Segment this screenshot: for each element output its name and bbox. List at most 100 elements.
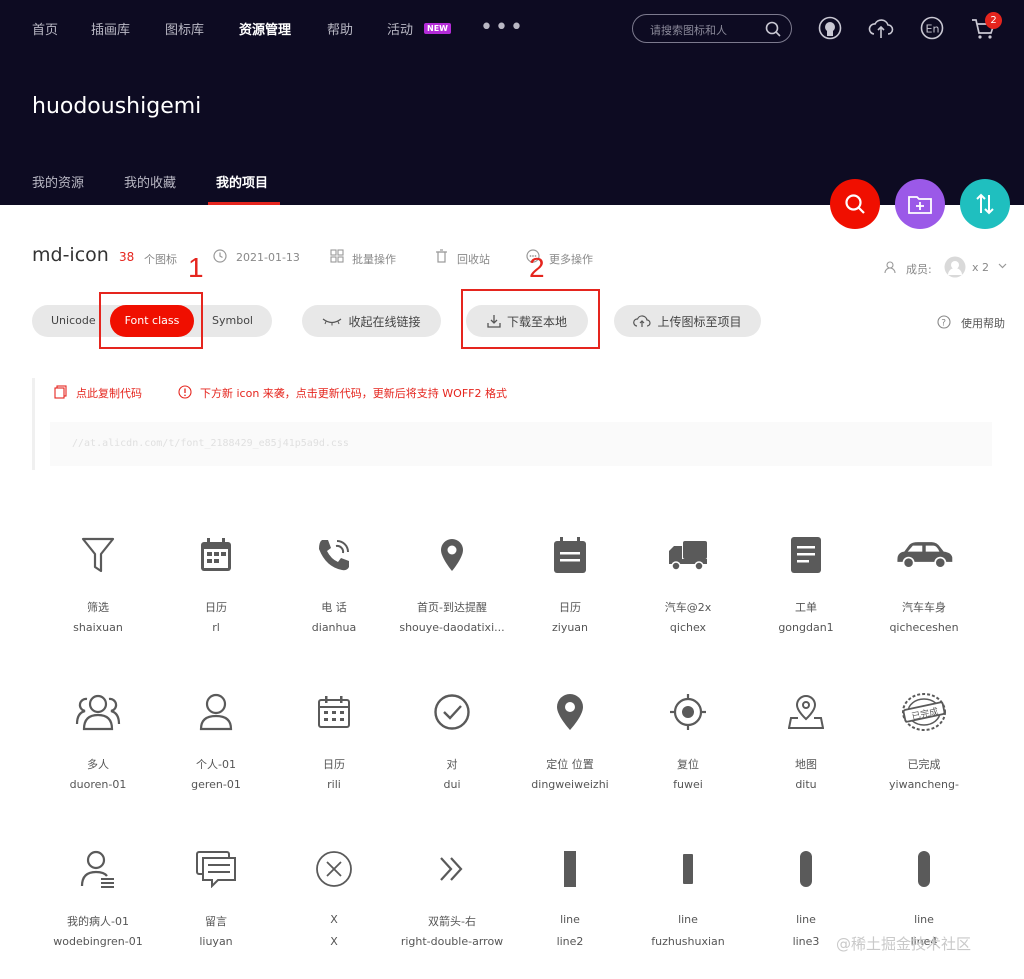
project-date: 2021-01-13 [236,251,300,264]
icon-count: 38 [119,250,135,264]
tab-my-resources[interactable]: 我的资源 [32,172,84,191]
batch-operation-button[interactable]: 批量操作 [352,251,396,267]
more-menu[interactable]: ••• [480,15,525,40]
github-icon[interactable] [818,16,842,40]
clock-icon [213,249,227,263]
svg-text:En: En [926,23,940,36]
map-pin-icon [776,690,836,734]
icon-card[interactable]: 我的病人-01 wodebingren-01 [39,847,157,957]
car-icon [894,533,954,577]
annotation-number-1: 1 [188,252,204,283]
icon-card-code: line2 [556,935,584,948]
truck-icon [658,533,718,577]
icon-card[interactable]: 汽车车身 qicheceshen [865,533,983,643]
new-badge: NEW [424,23,451,34]
icon-card[interactable]: line line2 [511,847,629,957]
icon-card-code: geren-01 [191,778,241,791]
copy-code-link[interactable]: 点此复制代码 [76,385,142,401]
nav-help[interactable]: 帮助 [327,19,353,38]
fab-search-button[interactable] [830,179,880,229]
line-round-icon [894,847,954,891]
tab-symbol[interactable]: Symbol [212,314,253,327]
project-name: md-icon [32,244,109,266]
icon-card-code: ditu [795,778,817,791]
icon-card[interactable]: 汽车@2x qichex [629,533,747,643]
close-circle-icon [304,847,364,891]
nav-illustrations[interactable]: 插画库 [91,19,130,38]
update-code-notice[interactable]: 下方新 icon 来袭，点击更新代码，更新后将支持 WOFF2 格式 [200,385,507,401]
members-icon [884,261,896,274]
filter-icon [68,533,128,577]
location-pin-icon [422,533,482,577]
icon-card[interactable]: 电 话 dianhua [275,533,393,643]
icon-card[interactable]: line fuzhushuxian [629,847,747,957]
fab-sort-button[interactable] [960,179,1010,229]
icon-card[interactable]: XX [275,847,393,957]
icon-card-name: 地图 [795,758,817,771]
icon-card-name: X [330,913,338,926]
icon-card-name: 首页-到达提醒 [417,601,487,614]
icon-card[interactable]: 留言 liuyan [157,847,275,957]
icon-card[interactable]: 定位 位置 dingweiweizhi [511,690,629,800]
active-tab-indicator [208,202,280,205]
icon-card-code: shouye-daodatixi... [399,621,505,634]
icon-card[interactable]: 日历 rili [275,690,393,800]
icon-card-name: 日历 [323,758,345,771]
chevron-down-icon[interactable] [998,263,1007,269]
icon-card[interactable]: 工单 gongdan1 [747,533,865,643]
icon-card[interactable]: 日历 ziyuan [511,533,629,643]
icon-card[interactable]: 日历 rl [157,533,275,643]
collapse-link-button[interactable]: 收起在线链接 [302,305,441,337]
members-count: x 2 [972,261,990,274]
search-box[interactable]: 请搜索图标和人 [632,14,792,43]
icon-card[interactable]: 已完成 已完成 yiwancheng- [865,690,983,800]
fab-add-folder-button[interactable] [895,179,945,229]
nav-activity[interactable]: 活动 [387,19,413,38]
pin-filled-icon [540,690,600,734]
icon-card[interactable]: 对 dui [393,690,511,800]
icon-card-name: line [560,913,580,926]
language-en-icon[interactable]: En [920,16,944,40]
icon-card[interactable]: 复位 fuwei [629,690,747,800]
search-icon[interactable] [765,21,781,37]
document-icon [776,533,836,577]
double-arrow-right-icon [422,847,482,891]
icon-card[interactable]: 地图 ditu [747,690,865,800]
nav-home[interactable]: 首页 [32,19,58,38]
line-round-icon [776,847,836,891]
upload-cloud-icon [633,315,652,327]
nav-icon-library[interactable]: 图标库 [165,19,204,38]
upload-cloud-icon[interactable] [868,16,894,40]
tab-unicode[interactable]: Unicode [51,314,96,327]
check-circle-icon [422,690,482,734]
eye-closed-icon [323,318,342,326]
calendar-icon [186,533,246,577]
phone-icon [304,533,364,577]
help-icon: ? [937,315,951,329]
add-folder-icon [908,196,932,214]
icon-card[interactable]: 筛选 shaixuan [39,533,157,643]
tab-my-favorites[interactable]: 我的收藏 [124,172,176,191]
watermark: @稀土掘金技术社区 [836,935,972,953]
nav-resource-management[interactable]: 资源管理 [239,19,291,38]
icon-card[interactable]: 首页-到达提醒 shouye-daodatixi... [393,533,511,643]
recycle-bin-button[interactable]: 回收站 [457,251,490,267]
icon-card[interactable]: 个人-01 geren-01 [157,690,275,800]
tab-my-projects[interactable]: 我的项目 [216,172,268,191]
icon-card[interactable]: 多人 duoren-01 [39,690,157,800]
warning-icon [178,385,192,399]
help-link[interactable]: 使用帮助 [961,315,1005,331]
more-operations-button[interactable]: 更多操作 [549,251,593,267]
upload-to-project-button[interactable]: 上传图标至项目 [614,305,761,337]
icon-card-name: 工单 [795,601,817,614]
user-title: huodoushigemi [32,94,202,119]
icon-card-name: line [678,913,698,926]
icon-card-code: right-double-arrow [400,935,504,948]
avatar[interactable] [944,256,966,278]
icon-card-code: shaixuan [73,621,123,634]
icon-card-name: 复位 [677,758,699,771]
search-input[interactable]: 请搜索图标和人 [650,22,727,38]
cart-count-badge: 2 [985,12,1002,29]
icon-card[interactable]: 双箭头-右 right-double-arrow [393,847,511,957]
person-icon [186,690,246,734]
